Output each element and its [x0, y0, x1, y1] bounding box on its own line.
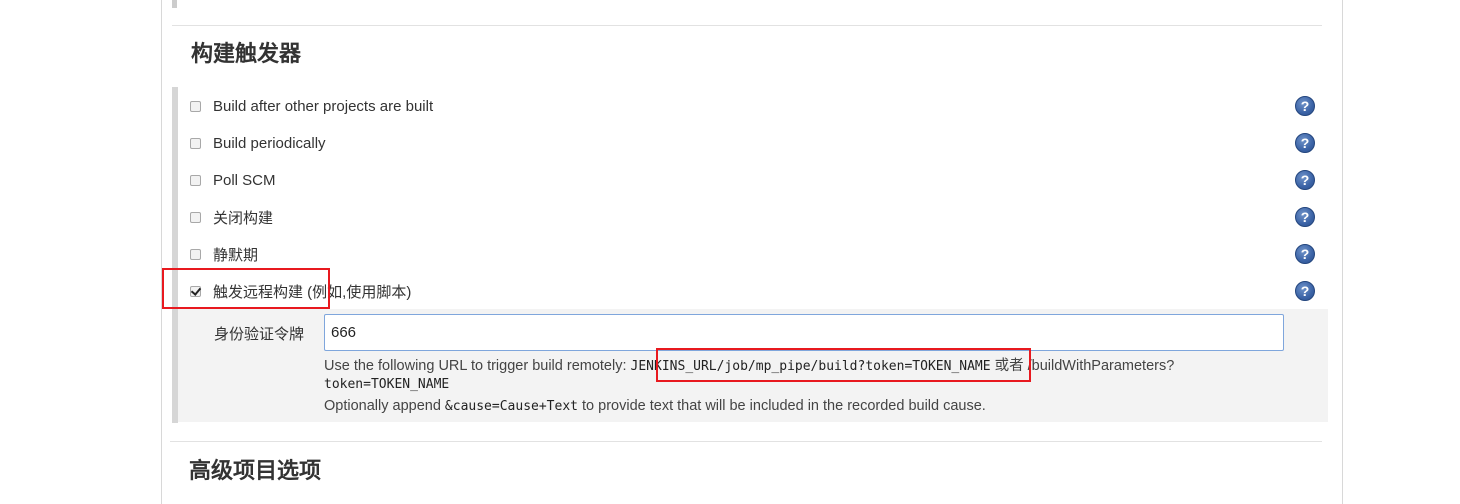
token-param: token=TOKEN_NAME: [324, 377, 450, 392]
trigger-option-remote-build[interactable]: 触发远程构建 (例如,使用脚本) ?: [162, 276, 1342, 306]
cause-param: &cause=Cause+Text: [444, 399, 578, 414]
option-label: Poll SCM: [213, 171, 276, 189]
trigger-option-build-after-other[interactable]: Build after other projects are built ?: [162, 91, 1342, 121]
previous-section-bar: [172, 0, 177, 8]
annotation-box-trigger-url: [656, 348, 1031, 382]
option-label: Build periodically: [213, 134, 326, 152]
auth-token-input[interactable]: [324, 314, 1284, 351]
annotation-box-remote-checkbox: [162, 268, 330, 309]
section-divider: [170, 441, 1322, 442]
option-label: 关闭构建: [213, 209, 274, 227]
checkbox[interactable]: [190, 137, 201, 149]
token-line: token=TOKEN_NAME: [324, 376, 449, 392]
checkbox[interactable]: [190, 100, 201, 112]
desc-prefix: Use the following URL to trigger build r…: [324, 358, 631, 374]
option-label: Build after other projects are built: [213, 97, 434, 115]
config-panel: 构建触发器 Build after other projects are bui…: [161, 0, 1343, 504]
question-circle-icon[interactable]: ?: [1295, 244, 1315, 264]
trigger-option-poll-scm[interactable]: Poll SCM ?: [162, 165, 1342, 195]
section-title-build-triggers: 构建触发器: [191, 42, 302, 67]
trigger-option-disable-build[interactable]: 关闭构建 ?: [162, 202, 1342, 232]
trigger-option-build-periodically[interactable]: Build periodically ?: [162, 128, 1342, 158]
cause-description: Optionally append &cause=Cause+Text to p…: [324, 398, 986, 414]
token-label: 身份验证令牌: [214, 326, 305, 343]
trigger-option-quiet-period[interactable]: 静默期 ?: [162, 239, 1342, 269]
checkbox[interactable]: [190, 248, 201, 260]
section-divider: [172, 25, 1322, 26]
question-circle-icon[interactable]: ?: [1295, 281, 1315, 301]
append-suffix: to provide text that will be included in…: [577, 398, 986, 414]
question-circle-icon[interactable]: ?: [1295, 133, 1315, 153]
question-circle-icon[interactable]: ?: [1295, 170, 1315, 190]
checkbox[interactable]: [190, 211, 201, 223]
option-label: 静默期: [213, 246, 259, 264]
section-title-advanced-options: 高级项目选项: [189, 459, 322, 484]
checkbox[interactable]: [190, 174, 201, 186]
question-circle-icon[interactable]: ?: [1295, 96, 1315, 116]
question-circle-icon[interactable]: ?: [1295, 207, 1315, 227]
append-prefix: Optionally append: [324, 398, 445, 414]
